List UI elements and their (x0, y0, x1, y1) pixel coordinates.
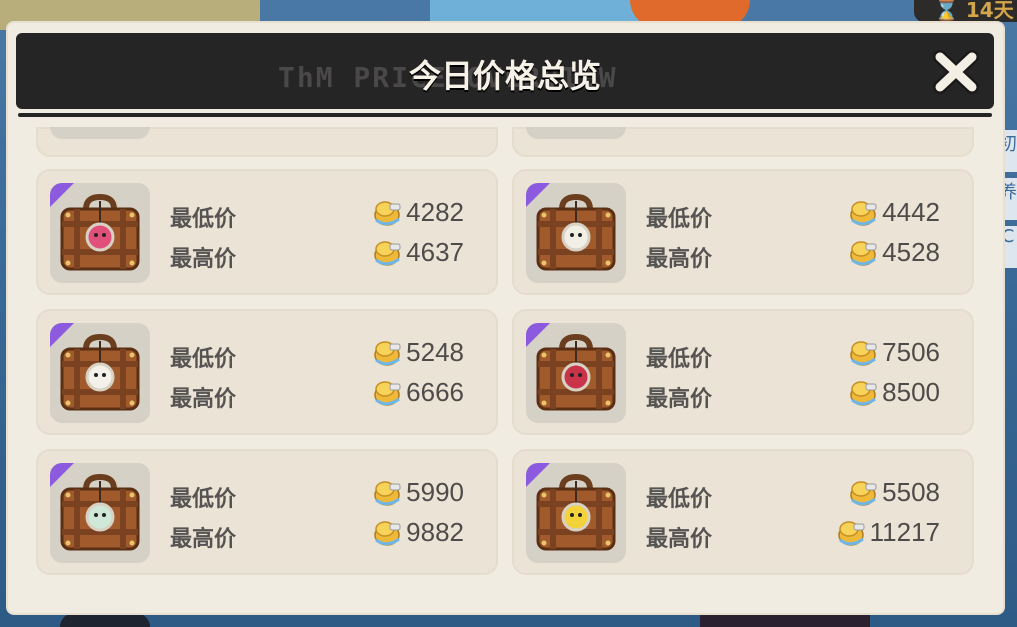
min-price: 4442 (848, 197, 940, 228)
price-overview-modal: ThM PRICE OVERVIEW 今日价格总览 最低价 最高价 4282 4… (8, 23, 1003, 613)
list-item[interactable]: 最低价 最高价 4442 4528 (512, 169, 974, 295)
max-price: 11217 (836, 517, 940, 548)
min-price-value: 5990 (406, 477, 464, 507)
gold-coin-icon (374, 240, 401, 266)
list-item[interactable]: 最低价 最高价 5990 9882 (36, 449, 498, 575)
list-item[interactable]: 最低价 最高价 5248 6666 (36, 309, 498, 435)
max-price-label: 最高价 (646, 387, 713, 412)
list-item[interactable]: 最低价 最高价 4282 4637 (36, 169, 498, 295)
price-list[interactable]: 最低价 最高价 4282 4637 最低价 最高价 4442 4528 最低价 … (28, 127, 988, 597)
min-price: 5990 (372, 477, 464, 508)
gold-coin-icon (850, 380, 877, 406)
modal-title: 今日价格总览 (408, 57, 601, 95)
item-thumbnail (50, 463, 150, 563)
background-shape (700, 613, 870, 627)
item-thumbnail (50, 183, 150, 283)
min-price-label: 最低价 (646, 347, 713, 372)
gold-coin-icon (374, 520, 401, 546)
max-price: 8500 (848, 377, 940, 408)
min-price: 7506 (848, 337, 940, 368)
item-thumbnail (526, 463, 626, 563)
min-price-value: 5248 (406, 337, 464, 367)
item-thumbnail (50, 323, 150, 423)
gold-coin-icon (374, 480, 401, 506)
max-price-value: 8500 (882, 377, 940, 407)
suitcase-white-cat-badge-icon (60, 333, 140, 411)
gold-coin-icon (850, 480, 877, 506)
gold-coin-icon (850, 340, 877, 366)
gold-coin-icon (374, 200, 401, 226)
suitcase-green-deer-badge-icon (60, 473, 140, 551)
close-x-icon (933, 50, 979, 94)
min-price-label: 最低价 (170, 487, 237, 512)
gold-coin-icon (837, 520, 865, 546)
min-price-value: 4442 (882, 197, 940, 227)
gold-coin-icon (374, 380, 401, 406)
item-thumbnail (526, 183, 626, 283)
timer-badge: ⌛ 14天 (914, 0, 1017, 22)
min-price-label: 最低价 (646, 207, 713, 232)
min-price: 5248 (372, 337, 464, 368)
timer-text: 14天 (965, 0, 1014, 22)
max-price: 9882 (372, 517, 464, 548)
modal-header: ThM PRICE OVERVIEW 今日价格总览 (16, 33, 994, 109)
list-item[interactable] (512, 127, 974, 157)
max-price-value: 6666 (406, 377, 464, 407)
max-price: 4637 (372, 237, 464, 268)
min-price: 4282 (372, 197, 464, 228)
background-shape (60, 613, 150, 627)
suitcase-red-fox-badge-icon (536, 333, 616, 411)
item-thumbnail (526, 323, 626, 423)
suitcase-white-rabbit-badge-icon (536, 193, 616, 271)
list-item[interactable]: 最低价 最高价 7506 8500 (512, 309, 974, 435)
suitcase-pink-creature-badge-icon (60, 193, 140, 271)
max-price-label: 最高价 (170, 247, 237, 272)
min-price-value: 4282 (406, 197, 464, 227)
max-price-value: 4528 (882, 237, 940, 267)
max-price: 4528 (848, 237, 940, 268)
min-price-label: 最低价 (170, 207, 237, 232)
hourglass-icon: ⌛ (934, 0, 959, 22)
close-button[interactable] (932, 49, 980, 95)
gold-coin-icon (850, 240, 877, 266)
min-price-label: 最低价 (170, 347, 237, 372)
max-price-label: 最高价 (646, 247, 713, 272)
max-price-label: 最高价 (170, 527, 237, 552)
max-price-label: 最高价 (646, 527, 713, 552)
list-item[interactable]: 最低价 最高价 5508 11217 (512, 449, 974, 575)
gold-coin-icon (850, 200, 877, 226)
max-price-label: 最高价 (170, 387, 237, 412)
gold-coin-icon (374, 340, 401, 366)
header-divider (18, 113, 992, 117)
max-price-value: 11217 (869, 517, 940, 547)
item-thumbnail (50, 127, 150, 139)
max-price-value: 4637 (406, 237, 464, 267)
list-item[interactable] (36, 127, 498, 157)
min-price-value: 5508 (882, 477, 940, 507)
suitcase-yellow-duck-badge-icon (536, 473, 616, 551)
min-price: 5508 (848, 477, 940, 508)
item-thumbnail (526, 127, 626, 139)
max-price: 6666 (372, 377, 464, 408)
min-price-value: 7506 (882, 337, 940, 367)
min-price-label: 最低价 (646, 487, 713, 512)
max-price-value: 9882 (406, 517, 464, 547)
